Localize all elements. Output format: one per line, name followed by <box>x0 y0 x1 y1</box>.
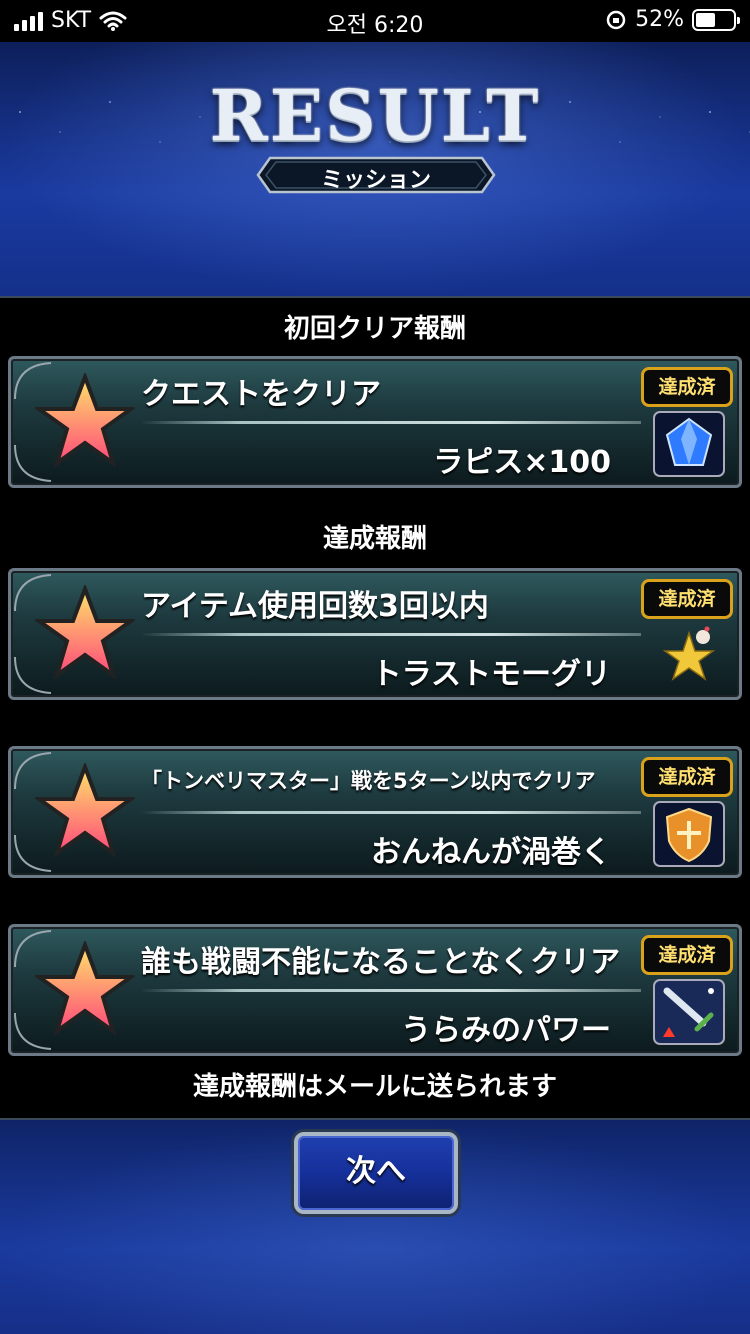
mission-tab-text: ミッション <box>320 168 431 193</box>
mission-card: 「トンベリマスター」戦を5ターン以内でクリア おんねんが渦巻く 達成済 <box>8 746 742 878</box>
mission-tab-label: ミッション <box>256 156 496 194</box>
next-button[interactable]: 次へ <box>294 1132 458 1214</box>
footer-note: 達成報酬はメールに送られます <box>192 1072 557 1102</box>
sword-attack-up-icon <box>653 979 725 1045</box>
page-title: RESULT <box>209 74 541 157</box>
achieved-badge: 達成済 <box>641 579 733 619</box>
divider <box>141 421 641 424</box>
lapis-crystal-icon <box>653 411 725 477</box>
first-clear-heading: 初回クリア報酬 <box>283 314 466 344</box>
divider <box>141 633 641 636</box>
mission-reward: うらみのパワー <box>401 1013 611 1048</box>
mission-reward: おんねんが渦巻く <box>371 835 611 870</box>
battery-icon <box>692 8 740 31</box>
status-right: 52% <box>605 7 740 32</box>
trust-moogle-icon <box>662 626 716 681</box>
star-icon <box>35 373 135 468</box>
achieved-badge: 達成済 <box>641 757 733 797</box>
mission-title: 「トンベリマスター」戦を5ターン以内でクリア <box>141 769 596 793</box>
status-bar: SKT 오전 6:20 52% <box>0 0 750 42</box>
mission-card: 誰も戦闘不能になることなくクリア うらみのパワー 達成済 <box>8 924 742 1056</box>
divider <box>141 811 641 814</box>
divider <box>141 989 641 992</box>
mission-title: 誰も戦闘不能になることなくクリア <box>141 945 621 980</box>
mission-card: クエストをクリア ラピス×100 達成済 <box>8 356 742 488</box>
shield-ability-icon <box>653 801 725 867</box>
mission-title: クエストをクリア <box>141 377 381 412</box>
mission-reward: トラストモーグリ <box>371 657 611 692</box>
star-icon <box>35 941 135 1036</box>
star-icon <box>35 585 135 680</box>
star-icon <box>35 763 135 858</box>
achieved-badge: 達成済 <box>641 367 733 407</box>
mission-title: アイテム使用回数3回以内 <box>141 589 489 624</box>
orientation-lock-icon <box>606 10 626 29</box>
battery-percent: 52% <box>635 7 684 32</box>
results-panel: 初回クリア報酬 クエストをクリア ラピス×100 達成済 達成報酬 アイテム使用… <box>0 296 750 1120</box>
mission-card: アイテム使用回数3回以内 トラストモーグリ 達成済 <box>8 568 742 700</box>
header-background: RESULT ミッション <box>0 42 750 296</box>
achieved-badge: 達成済 <box>641 935 733 975</box>
mission-reward: ラピス×100 <box>433 445 611 480</box>
achievement-heading: 達成報酬 <box>322 524 427 554</box>
